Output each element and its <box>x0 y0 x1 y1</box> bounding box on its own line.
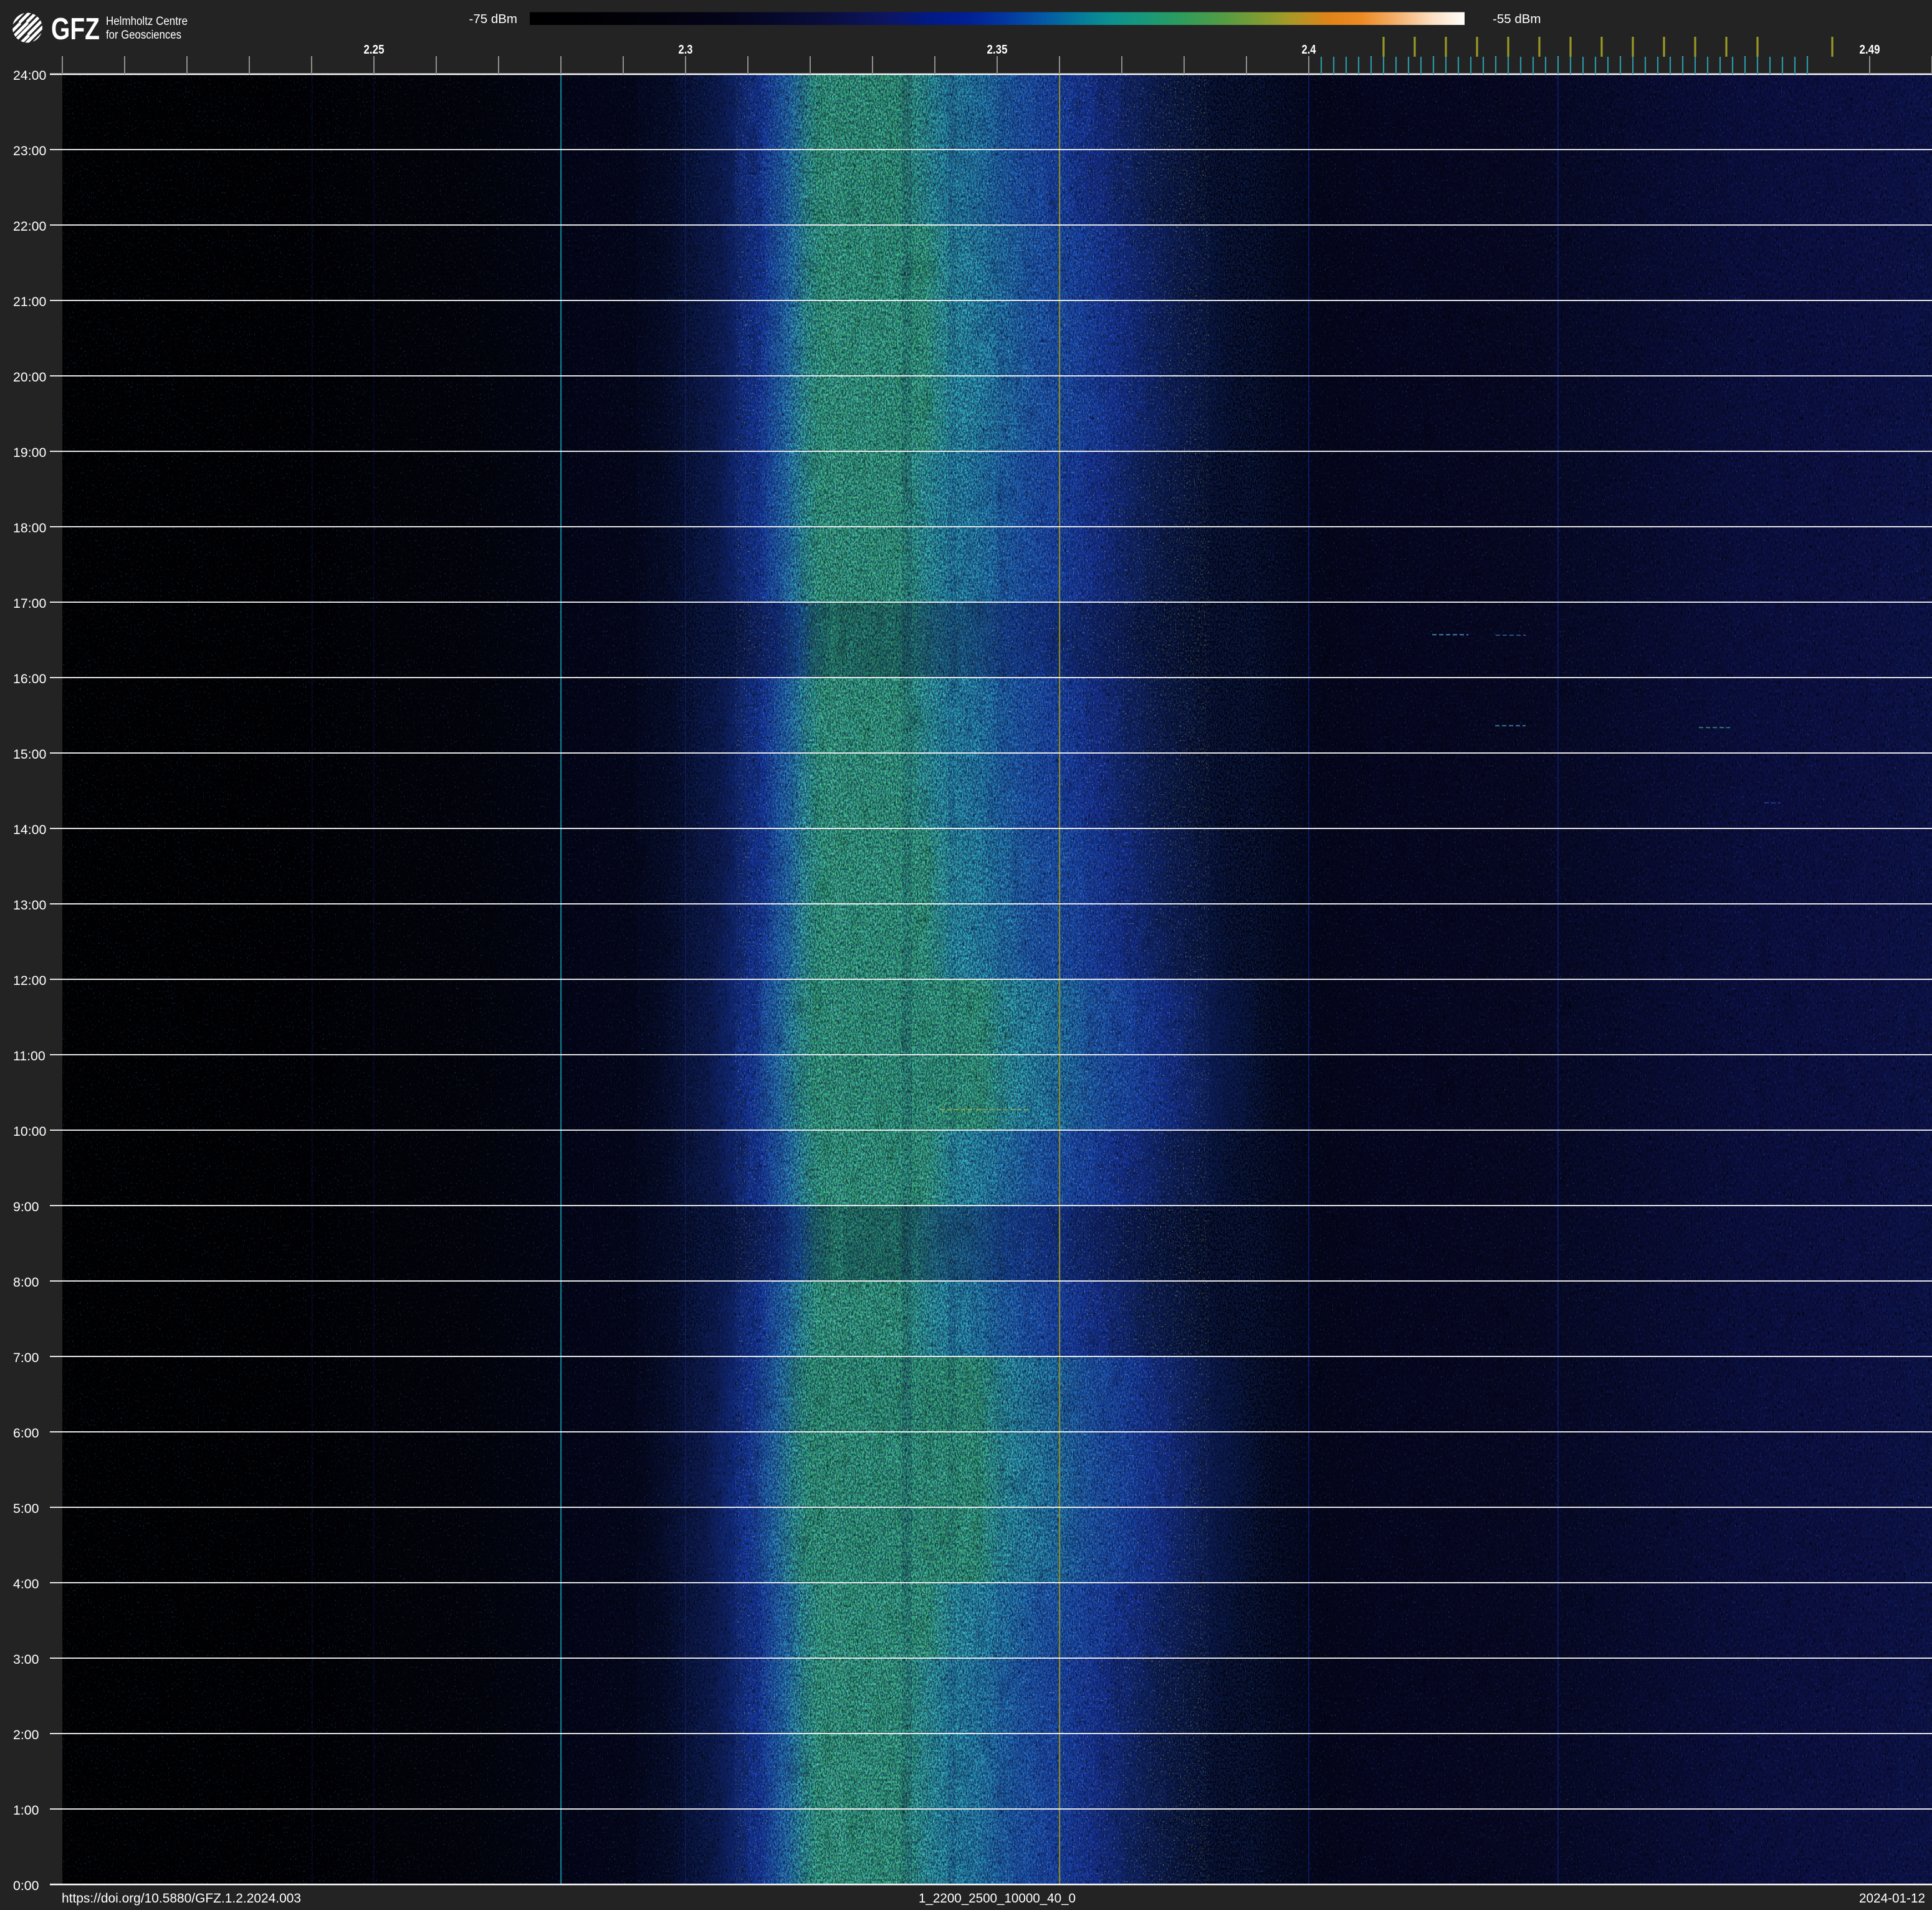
svg-text:2:00: 2:00 <box>13 1727 39 1742</box>
svg-text:2.49: 2.49 <box>1860 43 1880 57</box>
svg-text:4:00: 4:00 <box>13 1576 39 1591</box>
svg-text:2.35: 2.35 <box>987 43 1008 57</box>
svg-text:1_2200_2500_10000_40_0: 1_2200_2500_10000_40_0 <box>919 1891 1076 1906</box>
svg-text:20:00: 20:00 <box>13 370 46 385</box>
svg-text:8:00: 8:00 <box>13 1275 39 1290</box>
svg-text:0:00: 0:00 <box>13 1878 39 1893</box>
svg-text:2.3: 2.3 <box>679 43 693 57</box>
svg-text:19:00: 19:00 <box>13 445 46 460</box>
svg-text:https://doi.org/10.5880/GFZ.1.: https://doi.org/10.5880/GFZ.1.2.2024.003 <box>62 1891 301 1906</box>
svg-text:-55 dBm: -55 dBm <box>1493 12 1541 26</box>
svg-text:6:00: 6:00 <box>13 1426 39 1441</box>
svg-text:GFZ: GFZ <box>51 12 100 46</box>
svg-text:11:00: 11:00 <box>13 1049 45 1063</box>
svg-text:2024-01-12: 2024-01-12 <box>1859 1891 1925 1906</box>
svg-text:15:00: 15:00 <box>13 747 46 762</box>
svg-text:1:00: 1:00 <box>13 1803 39 1818</box>
svg-text:7:00: 7:00 <box>13 1350 39 1365</box>
svg-text:24:00: 24:00 <box>13 68 46 83</box>
svg-text:2.25: 2.25 <box>364 43 385 57</box>
svg-text:18:00: 18:00 <box>13 521 46 535</box>
svg-text:21:00: 21:00 <box>13 294 46 309</box>
svg-text:for Geosciences: for Geosciences <box>106 28 181 42</box>
svg-text:10:00: 10:00 <box>13 1124 46 1139</box>
svg-text:13:00: 13:00 <box>13 898 46 913</box>
svg-text:-75 dBm: -75 dBm <box>469 12 517 26</box>
svg-text:5:00: 5:00 <box>13 1501 39 1516</box>
svg-text:22:00: 22:00 <box>13 219 46 234</box>
svg-text:23:00: 23:00 <box>13 143 46 158</box>
svg-text:14:00: 14:00 <box>13 822 46 837</box>
svg-text:12:00: 12:00 <box>13 973 46 988</box>
svg-text:Helmholtz Centre: Helmholtz Centre <box>106 14 188 28</box>
svg-text:16:00: 16:00 <box>13 671 46 686</box>
svg-text:3:00: 3:00 <box>13 1652 39 1667</box>
svg-text:2.4: 2.4 <box>1302 43 1317 57</box>
svg-text:17:00: 17:00 <box>13 596 46 611</box>
svg-text:9:00: 9:00 <box>13 1199 39 1214</box>
